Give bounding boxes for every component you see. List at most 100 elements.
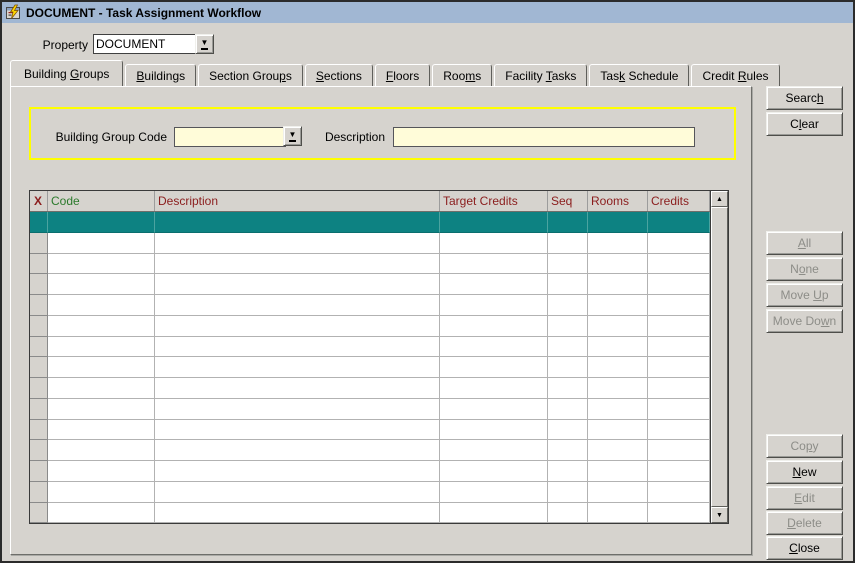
table-cell bbox=[440, 274, 548, 295]
table-row[interactable] bbox=[30, 295, 710, 316]
tab-sections[interactable]: Sections bbox=[305, 64, 373, 86]
table-cell bbox=[648, 503, 710, 524]
table-cell bbox=[548, 316, 588, 337]
table-cell bbox=[155, 316, 440, 337]
window-title: DOCUMENT - Task Assignment Workflow bbox=[26, 6, 261, 20]
move-down-button[interactable]: Move Down bbox=[766, 309, 843, 333]
table-cell bbox=[588, 254, 648, 275]
property-lov-button[interactable]: ▼ bbox=[195, 34, 214, 54]
table-cell bbox=[588, 503, 648, 524]
column-header-rooms: Rooms bbox=[588, 191, 648, 211]
row-select-cell[interactable] bbox=[30, 420, 48, 441]
table-row[interactable] bbox=[30, 357, 710, 378]
table-row[interactable] bbox=[30, 378, 710, 399]
tab-credit-rules[interactable]: Credit Rules bbox=[691, 64, 779, 86]
lov-down-arrow-icon: ▼ bbox=[289, 131, 297, 142]
row-select-cell[interactable] bbox=[30, 440, 48, 461]
new-button[interactable]: New bbox=[766, 460, 843, 484]
row-select-cell[interactable] bbox=[30, 503, 48, 524]
tab-facility-tasks[interactable]: Facility Tasks bbox=[494, 64, 587, 86]
row-select-cell[interactable] bbox=[30, 378, 48, 399]
table-cell bbox=[588, 440, 648, 461]
description-input[interactable] bbox=[393, 127, 695, 147]
all-button[interactable]: All bbox=[766, 231, 843, 255]
table-cell bbox=[648, 399, 710, 420]
table-cell bbox=[588, 420, 648, 441]
table-row[interactable] bbox=[30, 440, 710, 461]
table-cell bbox=[48, 337, 155, 358]
row-select-cell[interactable] bbox=[30, 274, 48, 295]
none-button[interactable]: None bbox=[766, 257, 843, 281]
table-cell bbox=[648, 461, 710, 482]
copy-button[interactable]: Copy bbox=[766, 434, 843, 458]
table-cell bbox=[155, 233, 440, 254]
tab-floors[interactable]: Floors bbox=[375, 64, 430, 86]
building-group-code-lov-button[interactable]: ▼ bbox=[283, 126, 302, 146]
table-row[interactable] bbox=[30, 233, 710, 254]
title-bar[interactable]: DOCUMENT - Task Assignment Workflow bbox=[2, 2, 853, 23]
tab-section-groups[interactable]: Section Groups bbox=[198, 64, 303, 86]
table-cell bbox=[48, 233, 155, 254]
table-row[interactable] bbox=[30, 337, 710, 358]
table-cell bbox=[440, 440, 548, 461]
table-cell bbox=[440, 212, 548, 233]
tab-task-schedule[interactable]: Task Schedule bbox=[589, 64, 689, 86]
table-cell bbox=[48, 316, 155, 337]
table-row[interactable] bbox=[30, 503, 710, 524]
column-header-target-credits: Target Credits bbox=[440, 191, 548, 211]
row-select-cell[interactable] bbox=[30, 357, 48, 378]
row-select-cell[interactable] bbox=[30, 233, 48, 254]
row-select-cell[interactable] bbox=[30, 212, 48, 233]
table-cell bbox=[440, 316, 548, 337]
table-row[interactable] bbox=[30, 420, 710, 441]
edit-button[interactable]: Edit bbox=[766, 486, 843, 510]
table-cell bbox=[548, 357, 588, 378]
property-input[interactable] bbox=[93, 34, 197, 54]
tab-strip: Building Groups Buildings Section Groups… bbox=[10, 61, 782, 86]
table-cell bbox=[548, 440, 588, 461]
property-label: Property bbox=[28, 38, 88, 52]
tab-rooms[interactable]: Rooms bbox=[432, 64, 492, 86]
row-select-cell[interactable] bbox=[30, 295, 48, 316]
search-button[interactable]: Search bbox=[766, 86, 843, 110]
oracle-forms-app-icon bbox=[5, 4, 22, 21]
delete-button[interactable]: Delete bbox=[766, 511, 843, 535]
table-cell bbox=[548, 254, 588, 275]
row-select-cell[interactable] bbox=[30, 337, 48, 358]
description-label: Description bbox=[311, 130, 385, 144]
table-cell bbox=[48, 440, 155, 461]
row-select-cell[interactable] bbox=[30, 482, 48, 503]
table-row[interactable] bbox=[30, 399, 710, 420]
table-row[interactable] bbox=[30, 274, 710, 295]
row-select-cell[interactable] bbox=[30, 316, 48, 337]
table-header-row: X Code Description Target Credits Seq Ro… bbox=[30, 191, 710, 212]
table-row[interactable] bbox=[30, 316, 710, 337]
table-cell bbox=[588, 295, 648, 316]
table-row[interactable] bbox=[30, 482, 710, 503]
move-up-button[interactable]: Move Up bbox=[766, 283, 843, 307]
table-cell bbox=[588, 378, 648, 399]
scroll-down-button[interactable]: ▼ bbox=[711, 507, 728, 523]
table-cell bbox=[548, 503, 588, 524]
table-row[interactable] bbox=[30, 254, 710, 275]
table-vertical-scrollbar[interactable]: ▲ ▼ bbox=[710, 191, 728, 523]
table-cell bbox=[440, 337, 548, 358]
table-cell bbox=[648, 212, 710, 233]
clear-button[interactable]: Clear bbox=[766, 112, 843, 136]
table-row[interactable] bbox=[30, 461, 710, 482]
row-select-cell[interactable] bbox=[30, 461, 48, 482]
tab-building-groups[interactable]: Building Groups bbox=[10, 60, 123, 86]
tab-buildings[interactable]: Buildings bbox=[125, 64, 196, 86]
tab-content-panel: Building Group Code ▼ Description X Code… bbox=[10, 86, 752, 555]
scrollbar-thumb[interactable] bbox=[711, 207, 728, 507]
scroll-up-button[interactable]: ▲ bbox=[711, 191, 728, 207]
row-select-cell[interactable] bbox=[30, 254, 48, 275]
table-row-selected[interactable] bbox=[30, 212, 710, 233]
close-button[interactable]: Close bbox=[766, 536, 843, 560]
row-select-cell[interactable] bbox=[30, 399, 48, 420]
table-cell bbox=[48, 274, 155, 295]
building-group-code-input[interactable] bbox=[174, 127, 286, 147]
table-cell bbox=[548, 378, 588, 399]
table-cell bbox=[548, 212, 588, 233]
table-cell bbox=[155, 274, 440, 295]
